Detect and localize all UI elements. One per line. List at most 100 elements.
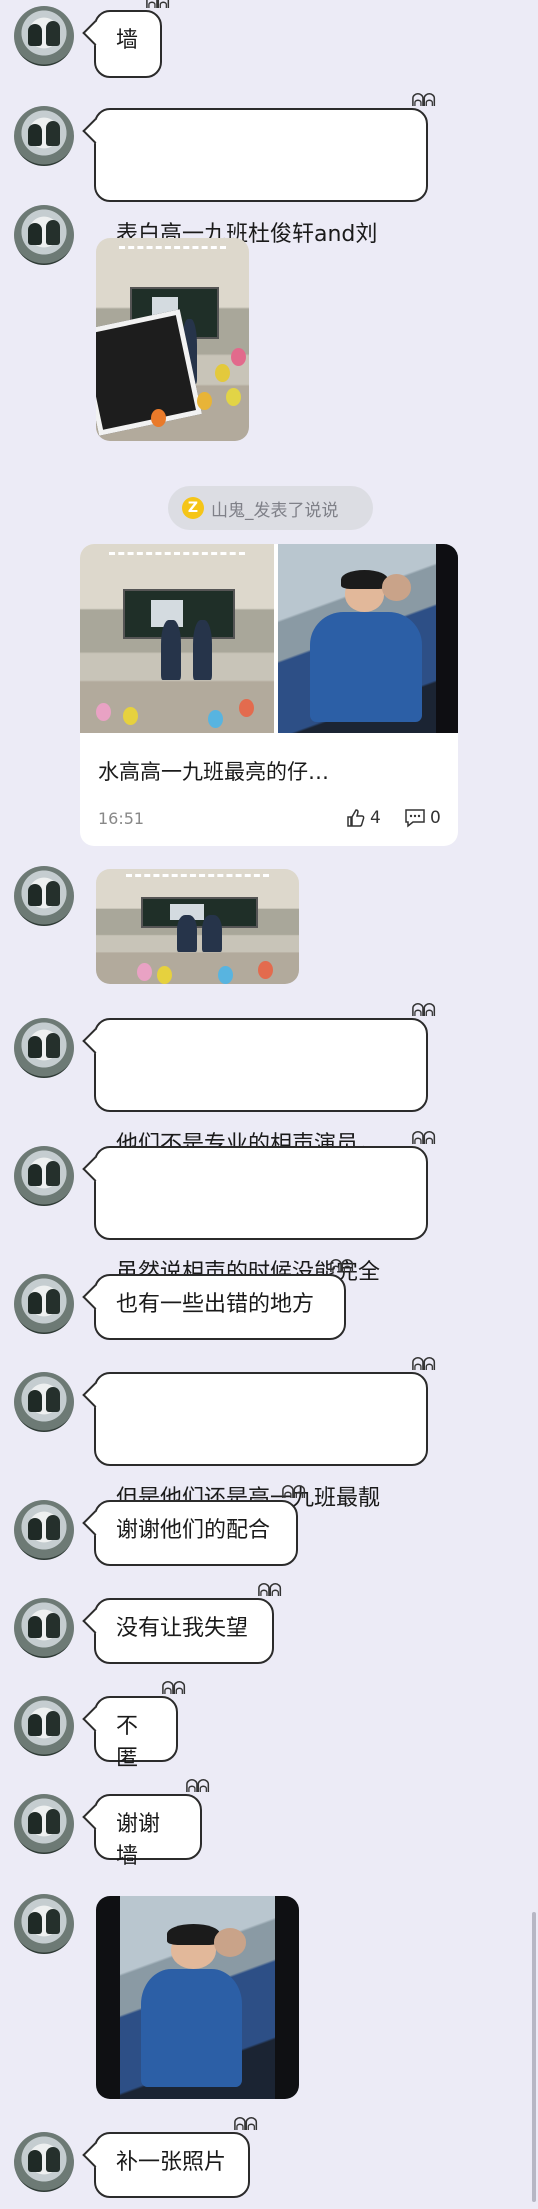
- bubble-decoration-icon: ᕱᕱ: [145, 0, 170, 13]
- balloon: [196, 392, 212, 411]
- balloon: [156, 965, 172, 984]
- classroom-photo: [80, 544, 274, 733]
- message-bubble[interactable]: ᕱᕱ 谢谢他们的配合: [82, 1484, 306, 1566]
- post-time: 16:51: [98, 809, 145, 828]
- photo-message[interactable]: [96, 238, 249, 441]
- balloon: [217, 965, 233, 984]
- second-person: [213, 1928, 247, 1957]
- balloon: [239, 698, 255, 717]
- balloon: [136, 963, 152, 982]
- post-image-left[interactable]: [80, 544, 274, 733]
- notice-text: 山鬼_发表了说说: [211, 500, 339, 521]
- ceiling-lights: [109, 551, 245, 559]
- bubble-tail: [82, 1382, 108, 1408]
- bubble-tail: [82, 1156, 108, 1182]
- person-hair: [167, 1924, 220, 1945]
- message-text: 墙: [116, 28, 139, 53]
- person-figure: [177, 915, 198, 952]
- bubble-decoration-icon: ᕱᕱ: [411, 1354, 436, 1375]
- person-body: [310, 612, 422, 722]
- bubble-tail: [82, 1510, 108, 1536]
- message-text: 谢谢他们的配合: [116, 1518, 271, 1543]
- message-bubble[interactable]: ᕱᕱ 墙: [82, 0, 170, 78]
- comment-button[interactable]: 0: [404, 808, 441, 828]
- message-bubble[interactable]: ᕱᕱ 但是他们还是高一九班最靓 的仔: [82, 1356, 436, 1543]
- message-text: 也有一些出错的地方: [116, 1292, 315, 1317]
- like-button[interactable]: 4: [346, 808, 381, 828]
- bubble-decoration-icon: ᕱᕱ: [329, 1256, 354, 1277]
- bubble-decoration-icon: ᕱᕱ: [233, 2114, 258, 2135]
- thumbs-up-icon: [347, 809, 365, 827]
- person-figure: [192, 619, 212, 681]
- photo-message[interactable]: [96, 869, 299, 984]
- avatar[interactable]: [14, 1018, 74, 1078]
- message-bubble[interactable]: ᕱᕱ 也有一些出错的地方: [82, 1258, 354, 1340]
- person-hair: [341, 570, 388, 590]
- balloon: [258, 961, 274, 979]
- portrait-photo: [96, 1896, 299, 2099]
- bubble-decoration-icon: ᕱᕱ: [411, 1128, 436, 1149]
- avatar[interactable]: [14, 1500, 74, 1560]
- bubble-decoration-icon: ᕱᕱ: [185, 1776, 210, 1797]
- feed-notice[interactable]: Z 山鬼_发表了说说: [168, 486, 373, 530]
- z-icon: Z: [182, 497, 204, 519]
- bubble-decoration-icon: ᕱᕱ: [161, 1678, 186, 1699]
- like-count: 4: [370, 808, 381, 828]
- classroom-photo: [96, 238, 249, 441]
- message-bubble[interactable]: ᕱᕱ 不匿: [82, 1680, 186, 1771]
- balloon: [95, 702, 111, 721]
- ceiling-lights: [118, 246, 227, 253]
- bubble-decoration-icon: ᕱᕱ: [257, 1580, 282, 1601]
- avatar[interactable]: [14, 1894, 74, 1954]
- avatar[interactable]: [14, 6, 74, 66]
- avatar[interactable]: [14, 205, 74, 265]
- bubble-tail: [82, 1706, 108, 1732]
- post-image-right[interactable]: [278, 544, 458, 733]
- avatar[interactable]: [14, 1372, 74, 1432]
- message-bubble[interactable]: ᕱᕱ 补一张照片: [82, 2116, 258, 2198]
- balloon: [208, 710, 224, 729]
- message-text: 谢谢墙: [116, 1812, 161, 1869]
- message-text: 补一张照片: [116, 2150, 227, 2175]
- avatar[interactable]: [14, 1598, 74, 1658]
- classroom-photo: [96, 869, 299, 984]
- bubble-tail: [82, 1608, 108, 1634]
- avatar[interactable]: [14, 1696, 74, 1756]
- message-bubble[interactable]: ᕱᕱ 表白高一九班杜俊轩and刘 旭: [82, 92, 436, 279]
- avatar[interactable]: [14, 1274, 74, 1334]
- bubble-tail: [82, 118, 108, 144]
- bubble-decoration-icon: ᕱᕱ: [411, 1000, 436, 1021]
- avatar[interactable]: [14, 2132, 74, 2192]
- avatar[interactable]: [14, 1794, 74, 1854]
- balloon: [122, 706, 138, 725]
- person-figure: [161, 619, 181, 681]
- ceiling-lights: [126, 873, 269, 881]
- post-title: 水高高一九班最亮的仔…: [98, 760, 329, 784]
- photo-message[interactable]: [96, 1896, 299, 2099]
- avatar[interactable]: [14, 1146, 74, 1206]
- bubble-tail: [82, 20, 108, 46]
- person-figure: [201, 915, 222, 952]
- balloon: [215, 363, 231, 382]
- blackboard: [140, 896, 259, 929]
- bubble-decoration-icon: ᕱᕱ: [281, 1482, 306, 1503]
- balloon: [151, 408, 167, 427]
- bubble-tail: [82, 1804, 108, 1830]
- comment-icon: [405, 809, 425, 828]
- avatar[interactable]: [14, 866, 74, 926]
- message-bubble[interactable]: ᕱᕱ 虽然说相声的时候没能完全 脱稿: [82, 1130, 436, 1317]
- bubble-tail: [82, 1028, 108, 1054]
- photo-edge: [436, 544, 458, 733]
- message-bubble[interactable]: ᕱᕱ 他们不是专业的相声演员， 没有接受过专业的训练: [82, 1002, 436, 1189]
- bubble-tail: [82, 2142, 108, 2168]
- scrollbar[interactable]: [532, 1912, 536, 2202]
- avatar[interactable]: [14, 106, 74, 166]
- message-bubble[interactable]: ᕱᕱ 谢谢墙: [82, 1778, 210, 1869]
- balloon: [230, 347, 246, 366]
- message-text: 没有让我失望: [116, 1616, 249, 1641]
- post-card[interactable]: 水高高一九班最亮的仔… 16:51 4 0: [80, 544, 458, 846]
- message-bubble[interactable]: ᕱᕱ 没有让我失望: [82, 1582, 282, 1664]
- bubble-tail: [82, 1284, 108, 1310]
- comment-count: 0: [430, 808, 441, 828]
- second-person: [382, 574, 412, 601]
